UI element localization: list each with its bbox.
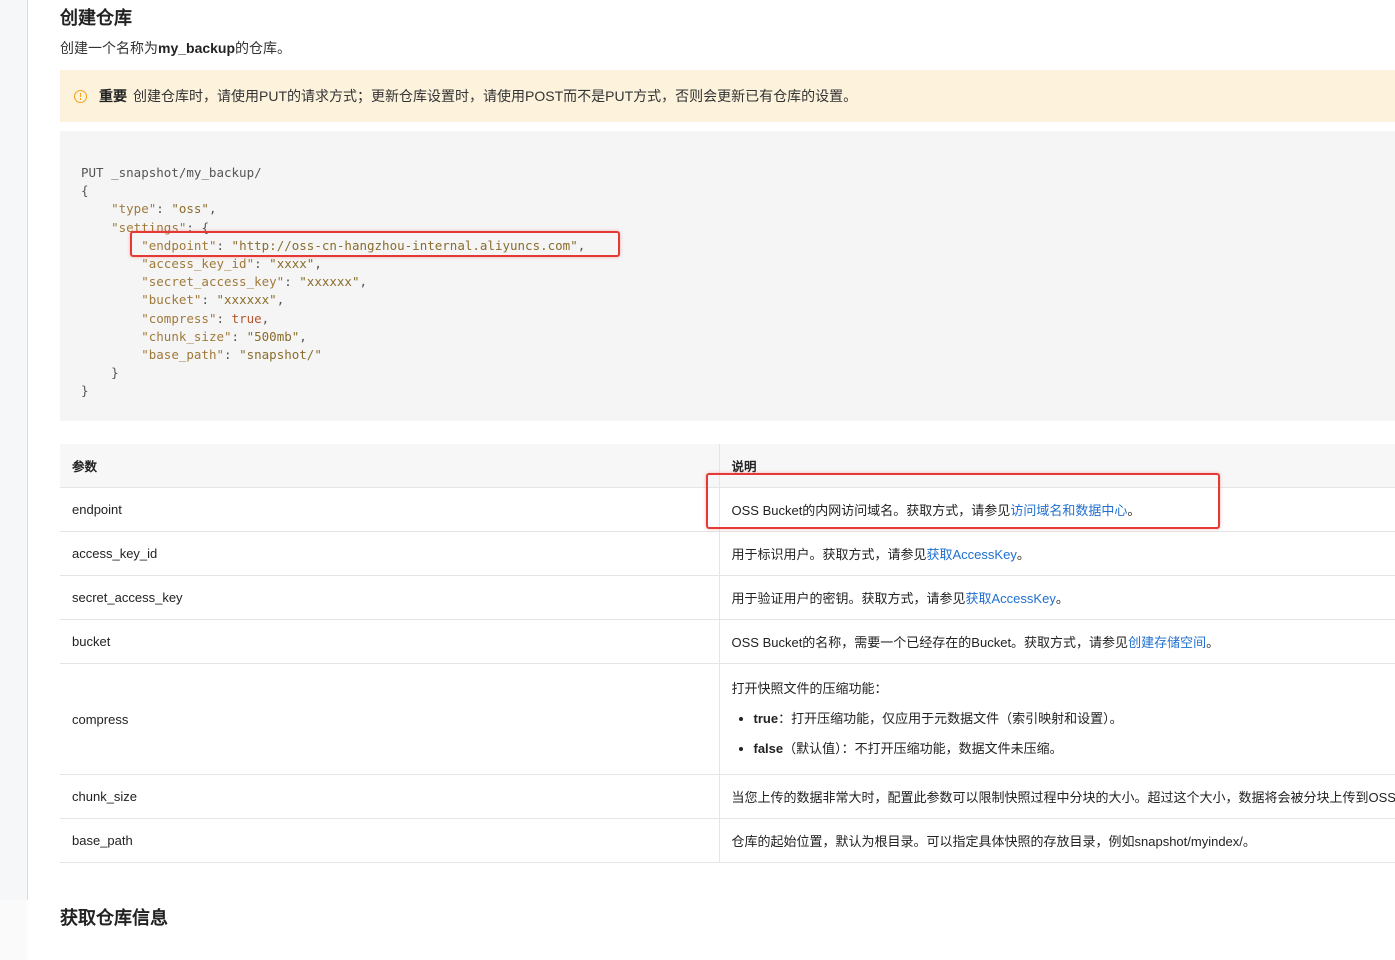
table-row: secret_access_key 用于验证用户的密钥。获取方式，请参见获取Ac… — [60, 575, 1395, 620]
left-sidebar-rail — [0, 0, 28, 900]
code-request-line: PUT _snapshot/my_backup/ — [81, 165, 262, 180]
notice-text: 创建仓库时，请使用PUT的请求方式；更新仓库设置时，请使用POST而不是PUT方… — [133, 88, 858, 104]
code-line: "endpoint": "http://oss-cn-hangzhou-inte… — [141, 237, 586, 253]
code-line: "chunk_size": "500mb", — [141, 328, 307, 344]
param-name: compress — [60, 663, 720, 775]
table-row: base_path 仓库的起始位置，默认为根目录。可以指定具体快照的存放目录，例… — [60, 818, 1395, 863]
list-item: true：打开压缩功能，仅应用于元数据文件（索引映射和设置）。 — [754, 704, 1384, 734]
intro-suffix: 的仓库。 — [235, 40, 292, 56]
next-section-title: 获取仓库信息 — [60, 908, 168, 928]
left-sidebar-rail-bottom — [0, 900, 27, 960]
code-block[interactable]: PUT _snapshot/my_backup/ { "type": "oss",… — [60, 131, 1395, 421]
param-name: access_key_id — [60, 531, 720, 576]
intro-prefix: 创建一个名称为 — [60, 40, 158, 56]
link-create-bucket[interactable]: 创建存储空间 — [1128, 635, 1206, 650]
param-desc: 打开快照文件的压缩功能： true：打开压缩功能，仅应用于元数据文件（索引映射和… — [719, 663, 1395, 775]
list-item: false（默认值）：不打开压缩功能，数据文件未压缩。 — [754, 734, 1384, 764]
param-desc: OSS Bucket的内网访问域名。获取方式，请参见访问域名和数据中心。 — [719, 487, 1395, 532]
table-row: compress 打开快照文件的压缩功能： true：打开压缩功能，仅应用于元数… — [60, 663, 1395, 775]
table-header-row: 参数 说明 — [60, 444, 1395, 488]
header-param: 参数 — [60, 444, 720, 488]
param-name: secret_access_key — [60, 575, 720, 620]
code-line: "bucket": "xxxxxx", — [141, 292, 285, 308]
param-name: chunk_size — [60, 774, 720, 819]
param-name: bucket — [60, 619, 720, 664]
param-desc: 用于验证用户的密钥。获取方式，请参见获取AccessKey。 — [719, 575, 1395, 620]
params-table: 参数 说明 endpoint OSS Bucket的内网访问域名。获取方式，请参… — [60, 444, 1395, 863]
param-desc: 用于标识用户。获取方式，请参见获取AccessKey。 — [719, 531, 1395, 576]
code-line: } — [111, 365, 119, 381]
important-notice: 重要 创建仓库时，请使用PUT的请求方式；更新仓库设置时，请使用POST而不是P… — [60, 70, 1395, 122]
link-get-accesskey[interactable]: 获取AccessKey — [966, 591, 1056, 606]
param-desc: OSS Bucket的名称，需要一个已经存在的Bucket。获取方式，请参见创建… — [719, 619, 1395, 664]
section-intro: 创建一个名称为my_backup的仓库。 — [60, 37, 291, 59]
compress-options-list: true：打开压缩功能，仅应用于元数据文件（索引映射和设置）。 false（默认… — [732, 704, 1384, 764]
compress-intro: 打开快照文件的压缩功能： — [731, 681, 888, 696]
code-line: "settings": { — [111, 219, 209, 235]
page: 创建仓库 创建一个名称为my_backup的仓库。 重要 创建仓库时，请使用PU… — [0, 0, 1395, 960]
table-row: endpoint OSS Bucket的内网访问域名。获取方式，请参见访问域名和… — [60, 487, 1395, 532]
param-desc: 当您上传的数据非常大时，配置此参数可以限制快照过程中分块的大小。超过这个大小，数… — [719, 774, 1395, 819]
table-row: access_key_id 用于标识用户。获取方式，请参见获取AccessKey… — [60, 531, 1395, 576]
link-endpoint-docs[interactable]: 访问域名和数据中心 — [1010, 503, 1127, 518]
code-line: { — [81, 183, 89, 199]
notice-label: 重要 — [99, 88, 127, 104]
code-line: "secret_access_key": "xxxxxx", — [141, 274, 368, 290]
table-row: bucket OSS Bucket的名称，需要一个已经存在的Bucket。获取方… — [60, 619, 1395, 664]
table-row: chunk_size 当您上传的数据非常大时，配置此参数可以限制快照过程中分块的… — [60, 774, 1395, 819]
section-title: 创建仓库 — [60, 8, 132, 28]
code-line: } — [81, 383, 89, 399]
param-name: endpoint — [60, 487, 720, 532]
code-line: "base_path": "snapshot/" — [141, 346, 322, 362]
param-desc: 仓库的起始位置，默认为根目录。可以指定具体快照的存放目录，例如snapshot/… — [719, 818, 1395, 863]
code-line: "access_key_id": "xxxx", — [141, 255, 322, 271]
intro-repo-name: my_backup — [158, 40, 236, 56]
param-name: base_path — [60, 818, 720, 863]
link-get-accesskey[interactable]: 获取AccessKey — [927, 547, 1017, 562]
code-line: "type": "oss", — [111, 201, 217, 217]
header-desc: 说明 — [719, 444, 1395, 488]
warning-circle-icon — [74, 89, 87, 103]
code-line: "compress": true, — [141, 310, 270, 326]
